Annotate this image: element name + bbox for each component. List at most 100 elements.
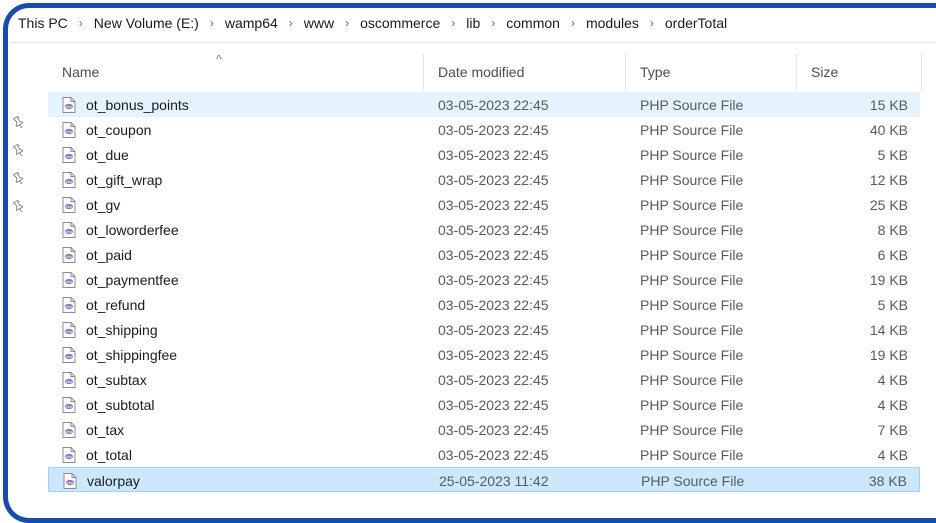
svg-text:php: php: [66, 280, 73, 284]
breadcrumb-item[interactable]: orderTotal: [663, 15, 729, 31]
php-file-icon: php: [63, 472, 77, 489]
file-name: ot_gift_wrap: [86, 171, 163, 188]
file-name: ot_shippingfee: [86, 346, 178, 363]
file-name: ot_loworderfee: [86, 221, 179, 238]
file-row[interactable]: php ot_bonus_points 03-05-2023 22:45 PHP So…: [48, 92, 920, 117]
column-header-row: Name ^ Date modified Type Size: [48, 52, 924, 90]
php-file-icon: php: [62, 121, 76, 138]
php-file-icon: php: [62, 296, 76, 313]
file-type: PHP Source File: [640, 246, 744, 263]
file-name-cell: php ot_shipping: [62, 317, 158, 342]
column-header-name[interactable]: Name ^: [48, 52, 424, 90]
sort-ascending-icon: ^: [216, 52, 222, 66]
svg-text:php: php: [66, 330, 73, 334]
column-header-type-label: Type: [640, 64, 671, 80]
file-size: 5 KB: [877, 296, 908, 313]
file-row[interactable]: php ot_subtax 03-05-2023 22:45 PHP Source F…: [48, 367, 920, 392]
file-date: 25-05-2023 11:42: [439, 472, 549, 489]
file-date: 03-05-2023 22:45: [438, 446, 549, 463]
file-row[interactable]: php ot_total 03-05-2023 22:45 PHP Source Fi…: [48, 442, 920, 467]
chevron-right-icon[interactable]: ›: [201, 16, 223, 30]
file-size: 19 KB: [869, 271, 908, 288]
chevron-right-icon[interactable]: ›: [562, 16, 584, 30]
breadcrumb-item[interactable]: modules: [584, 15, 641, 31]
breadcrumb-item[interactable]: oscommerce: [358, 15, 442, 31]
svg-text:php: php: [66, 180, 73, 184]
chevron-right-icon[interactable]: ›: [641, 16, 663, 30]
file-name: ot_subtax: [86, 371, 147, 388]
breadcrumb-item[interactable]: This PC: [16, 15, 70, 31]
file-date: 03-05-2023 22:45: [438, 146, 549, 163]
file-name: valorpay: [87, 472, 140, 489]
svg-text:php: php: [66, 405, 73, 409]
file-type: PHP Source File: [640, 346, 744, 363]
php-file-icon: php: [62, 271, 76, 288]
svg-text:php: php: [66, 130, 73, 134]
file-row[interactable]: php ot_paid 03-05-2023 22:45 PHP Source Fil…: [48, 242, 920, 267]
breadcrumb-item[interactable]: www: [302, 15, 336, 31]
chevron-right-icon[interactable]: ›: [280, 16, 302, 30]
file-list: php ot_bonus_points 03-05-2023 22:45 PHP So…: [48, 92, 920, 492]
svg-text:php: php: [66, 155, 73, 159]
column-header-size[interactable]: Size: [797, 54, 922, 90]
chevron-right-icon[interactable]: ›: [336, 16, 358, 30]
svg-text:php: php: [66, 305, 73, 309]
php-file-icon: php: [62, 96, 76, 113]
breadcrumb-item[interactable]: lib: [464, 15, 482, 31]
file-size: 25 KB: [869, 196, 908, 213]
file-date: 03-05-2023 22:45: [438, 96, 549, 113]
file-size: 40 KB: [869, 121, 908, 138]
file-name: ot_total: [86, 446, 132, 463]
file-name: ot_subtotal: [86, 396, 155, 413]
column-header-type[interactable]: Type: [626, 54, 797, 90]
file-name-cell: php ot_paymentfee: [62, 267, 179, 292]
pin-icon[interactable]: [8, 164, 28, 192]
file-type: PHP Source File: [640, 146, 744, 163]
svg-text:php: php: [66, 105, 73, 109]
file-name-cell: php ot_refund: [62, 292, 145, 317]
chevron-right-icon[interactable]: ›: [70, 16, 92, 30]
breadcrumb[interactable]: This PC › New Volume (E:) › wamp64 › www › oscom…: [16, 12, 729, 34]
file-row[interactable]: php ot_subtotal 03-05-2023 22:45 PHP Source…: [48, 392, 920, 417]
divider: [10, 42, 936, 43]
breadcrumb-item[interactable]: common: [504, 15, 562, 31]
file-date: 03-05-2023 22:45: [438, 196, 549, 213]
file-row[interactable]: php ot_tax 03-05-2023 22:45 PHP Source File…: [48, 417, 920, 442]
file-row[interactable]: php ot_due 03-05-2023 22:45 PHP Source File…: [48, 142, 920, 167]
file-size: 4 KB: [877, 396, 908, 413]
file-type: PHP Source File: [640, 396, 744, 413]
pin-icon[interactable]: [8, 192, 28, 220]
file-name: ot_paymentfee: [86, 271, 179, 288]
php-file-icon: php: [62, 171, 76, 188]
breadcrumb-item[interactable]: wamp64: [223, 15, 280, 31]
file-type: PHP Source File: [640, 121, 744, 138]
file-name-cell: php ot_subtotal: [62, 392, 155, 417]
file-date: 03-05-2023 22:45: [438, 396, 549, 413]
breadcrumb-item[interactable]: New Volume (E:): [92, 15, 201, 31]
svg-text:php: php: [66, 455, 73, 459]
file-name-cell: php ot_coupon: [62, 117, 151, 142]
php-file-icon: php: [62, 321, 76, 338]
file-date: 03-05-2023 22:45: [438, 371, 549, 388]
file-row[interactable]: php ot_gift_wrap 03-05-2023 22:45 PHP Sourc…: [48, 167, 920, 192]
chevron-right-icon[interactable]: ›: [442, 16, 464, 30]
file-row[interactable]: php ot_shippingfee 03-05-2023 22:45 PHP Sou…: [48, 342, 920, 367]
svg-text:php: php: [66, 380, 73, 384]
file-row[interactable]: php valorpay 25-05-2023 11:42 PHP Source Fi…: [48, 467, 920, 492]
pin-icon[interactable]: [8, 136, 28, 164]
file-row[interactable]: php ot_shipping 03-05-2023 22:45 PHP Source…: [48, 317, 920, 342]
svg-text:php: php: [66, 430, 73, 434]
file-type: PHP Source File: [640, 221, 744, 238]
column-header-name-label: Name: [62, 64, 100, 80]
file-row[interactable]: php ot_gv 03-05-2023 22:45 PHP Source File 2…: [48, 192, 920, 217]
pin-icon[interactable]: [8, 108, 28, 136]
file-name-cell: php ot_due: [62, 142, 129, 167]
column-header-date[interactable]: Date modified: [424, 54, 626, 90]
file-date: 03-05-2023 22:45: [438, 221, 549, 238]
chevron-right-icon[interactable]: ›: [482, 16, 504, 30]
file-row[interactable]: php ot_coupon 03-05-2023 22:45 PHP Source F…: [48, 117, 920, 142]
file-row[interactable]: php ot_refund 03-05-2023 22:45 PHP Source F…: [48, 292, 920, 317]
file-row[interactable]: php ot_loworderfee 03-05-2023 22:45 PHP Sou…: [48, 217, 920, 242]
file-type: PHP Source File: [640, 96, 744, 113]
file-row[interactable]: php ot_paymentfee 03-05-2023 22:45 PHP Sour…: [48, 267, 920, 292]
